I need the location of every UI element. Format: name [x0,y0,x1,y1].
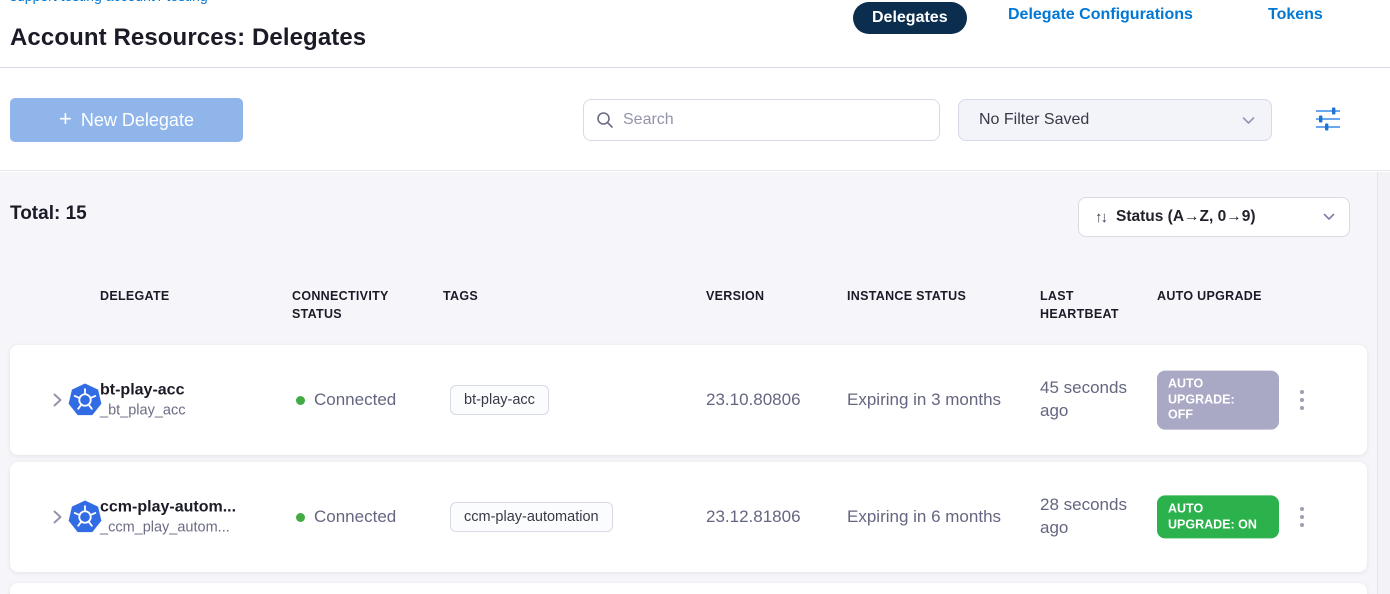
delegate-name[interactable]: bt-play-acc [100,382,185,400]
tab-delegates[interactable]: Delegates [853,2,967,34]
instance-status-cell: Expiring in 6 months [847,507,1001,527]
row-menu-kebab-icon[interactable] [1296,503,1308,531]
delegate-name[interactable]: ccm-play-autom... [100,499,236,517]
page-title: Account Resources: Delegates [10,24,366,52]
column-header-instance-status: INSTANCE STATUS [847,288,966,306]
column-header-tags: TAGS [443,288,478,306]
connectivity-status: Connected [296,390,396,410]
version-cell: 23.10.80806 [706,390,801,410]
connectivity-label: Connected [314,390,396,410]
page-header: support testing account / testing Accoun… [0,0,1390,68]
auto-upgrade-line: UPGRADE: ON [1168,517,1268,533]
filter-sliders-icon[interactable] [1314,106,1342,132]
auto-upgrade-line: OFF [1168,408,1268,424]
breadcrumb[interactable]: support testing account / testing [10,0,430,5]
last-heartbeat-cell: 45 seconds ago [1040,377,1152,423]
delegate-identifier: _ccm_play_autom... [100,520,236,536]
column-header-version: VERSION [706,288,764,306]
new-delegate-button-label: New Delegate [81,110,194,131]
tag-chip: ccm-play-automation [450,502,613,532]
auto-upgrade-line: AUTO [1168,377,1268,393]
connectivity-label: Connected [314,507,396,527]
search-icon [596,111,614,129]
connected-dot-icon [296,513,305,522]
vertical-scrollbar[interactable] [1377,172,1390,594]
column-header-auto-upgrade: AUTO UPGRADE [1157,288,1262,306]
new-delegate-button[interactable]: + New Delegate [10,98,243,142]
delegate-name-block[interactable]: ccm-play-autom... _ccm_play_autom... [100,499,236,536]
last-heartbeat-cell: 28 seconds ago [1040,494,1152,540]
chevron-right-icon[interactable] [48,391,66,409]
chevron-down-icon [1323,213,1335,221]
sort-dropdown[interactable]: ↑↓ Status (A→Z, 0→9) [1078,197,1350,237]
column-header-last-heartbeat: LAST HEARTBEAT [1040,288,1140,323]
total-count: Total: 15 [10,203,87,225]
search-input[interactable] [623,111,927,129]
delegates-page: support testing account / testing Accoun… [0,0,1390,594]
table-row[interactable]: bt-play-acc _bt_play_acc Connected bt-pl… [10,345,1367,455]
chevron-down-icon [1242,116,1255,125]
saved-filter-value: No Filter Saved [979,111,1242,129]
auto-upgrade-badge: AUTO UPGRADE: ON [1157,495,1279,538]
instance-status-cell: Expiring in 3 months [847,390,1001,410]
kubernetes-icon [68,383,102,417]
sort-dropdown-value: Status (A→Z, 0→9) [1116,208,1313,226]
version-cell: 23.12.81806 [706,507,801,527]
search-box[interactable] [583,99,940,141]
auto-upgrade-badge: AUTO UPGRADE: OFF [1157,371,1279,430]
auto-upgrade-line: UPGRADE: [1168,392,1268,408]
delegate-name-block[interactable]: bt-play-acc _bt_play_acc [100,382,185,419]
auto-upgrade-line: AUTO [1168,501,1268,517]
row-menu-kebab-icon[interactable] [1296,386,1308,414]
column-header-connectivity-status: CONNECTIVITY STATUS [292,288,424,323]
delegate-identifier: _bt_play_acc [100,403,185,419]
sort-arrows-icon: ↑↓ [1095,209,1106,226]
connectivity-status: Connected [296,507,396,527]
breadcrumb-link[interactable]: support testing account / testing [10,0,430,4]
chevron-right-icon[interactable] [48,508,66,526]
plus-icon: + [59,108,72,130]
saved-filter-dropdown[interactable]: No Filter Saved [958,99,1272,141]
toolbar: + New Delegate No Filter Saved [0,69,1390,171]
table-row[interactable]: ccm-play-autom... _ccm_play_autom... Con… [10,462,1367,572]
table-row[interactable] [10,583,1367,594]
tab-delegate-configurations[interactable]: Delegate Configurations [1008,6,1193,24]
tag-chip: bt-play-acc [450,385,549,415]
kubernetes-icon [68,500,102,534]
column-header-delegate: DELEGATE [100,288,170,306]
tab-tokens[interactable]: Tokens [1268,6,1323,24]
delegates-list-section: Total: 15 ↑↓ Status (A→Z, 0→9) DELEGATE … [0,172,1390,594]
connected-dot-icon [296,396,305,405]
